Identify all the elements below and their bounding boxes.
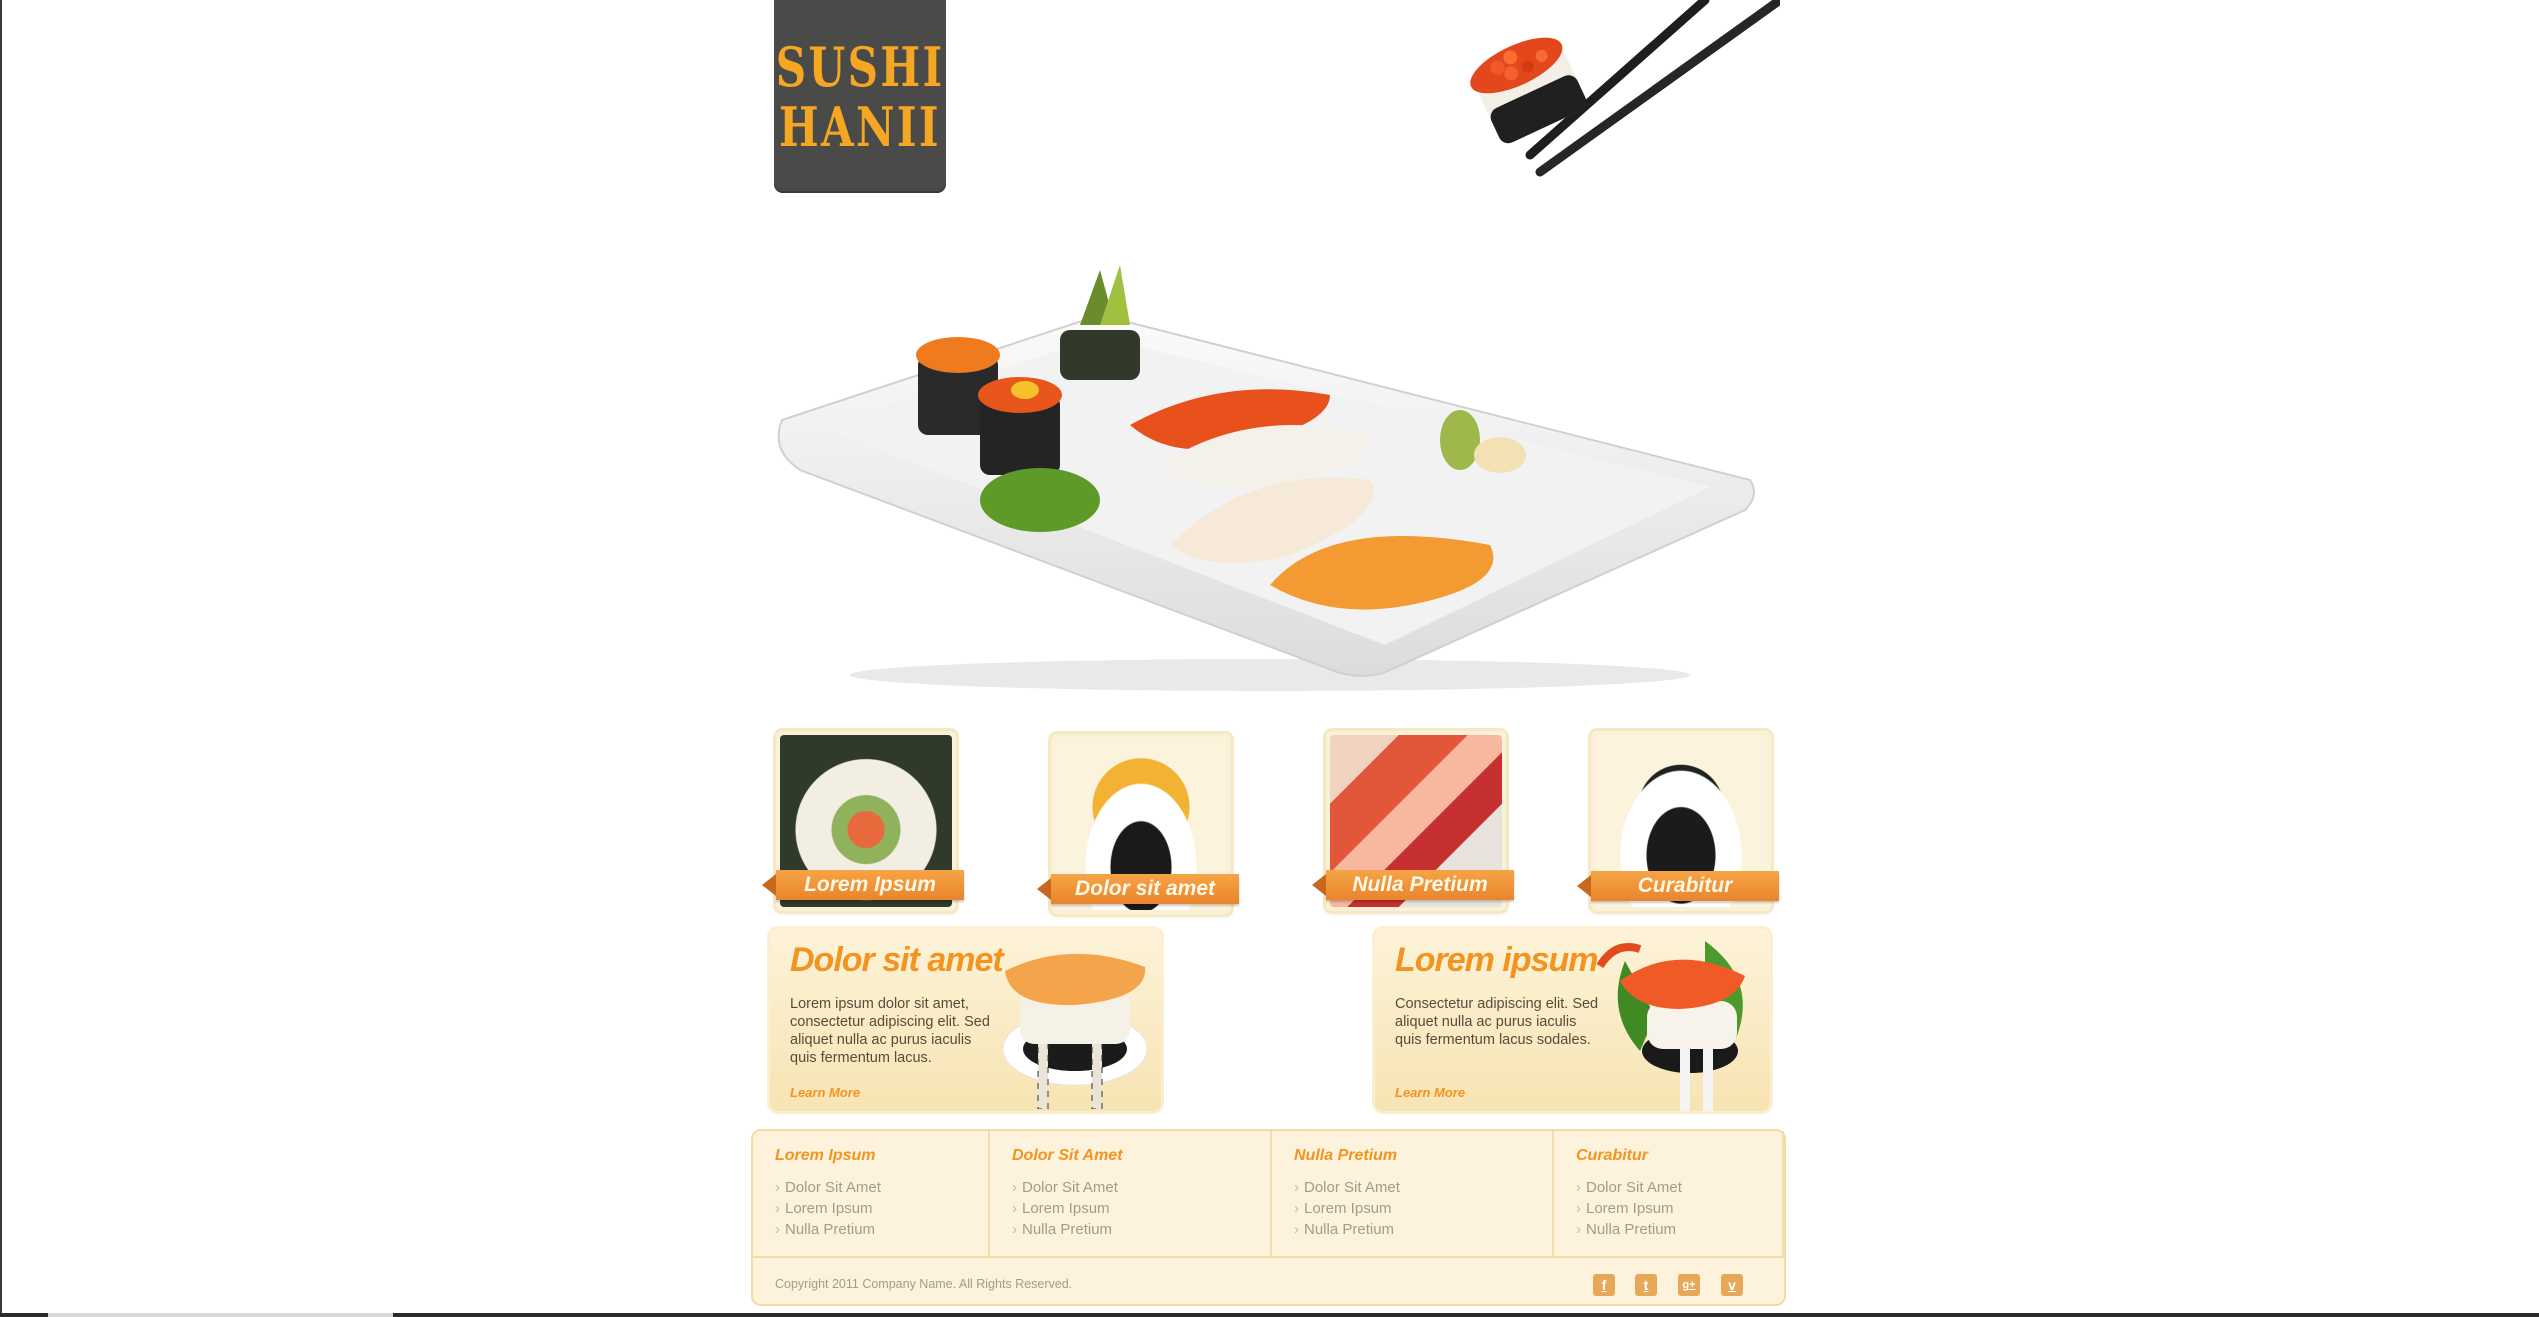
footer-column-title: Lorem Ipsum: [775, 1147, 876, 1164]
footer-link[interactable]: Nulla Pretium: [1012, 1219, 1118, 1240]
footer-column-4: Curabitur Dolor Sit Amet Lorem Ipsum Nul…: [1554, 1131, 1784, 1256]
learn-more-link-2[interactable]: Learn More: [1395, 1085, 1465, 1100]
thumbnail-label-3: Nulla Pretium: [1312, 870, 1514, 900]
facebook-icon[interactable]: f: [1593, 1274, 1615, 1296]
footer-link[interactable]: Nulla Pretium: [775, 1219, 881, 1240]
footer-link[interactable]: Nulla Pretium: [1576, 1219, 1682, 1240]
footer-column-3: Nulla Pretium Dolor Sit Amet Lorem Ipsum…: [1272, 1131, 1554, 1256]
logo-line-2: HANII: [778, 94, 942, 159]
footer-column-title: Curabitur: [1576, 1147, 1648, 1164]
footer-link[interactable]: Dolor Sit Amet: [1576, 1177, 1682, 1198]
thumbnail-card-2[interactable]: Dolor sit amet: [1037, 734, 1239, 914]
promo-title-1: Dolor sit amet: [790, 941, 1004, 979]
footer-link[interactable]: Dolor Sit Amet: [1294, 1177, 1400, 1198]
footer-divider: [753, 1256, 1784, 1258]
chopsticks-sushi-image: [1470, 0, 1780, 177]
footer-link[interactable]: Nulla Pretium: [1294, 1219, 1400, 1240]
salmon-nigiri-image: [1002, 953, 1148, 1109]
promo-text-1: Lorem ipsum dolor sit amet, consectetur …: [790, 996, 990, 1066]
thumbnail-label-2: Dolor sit amet: [1037, 874, 1239, 904]
google-plus-icon[interactable]: g+: [1678, 1274, 1700, 1296]
vimeo-icon[interactable]: v: [1721, 1274, 1743, 1296]
copyright-text: Copyright 2011 Company Name. All Rights …: [775, 1277, 1073, 1291]
sushi-plate-hero-image: [777, 265, 1755, 691]
thumbnail-card-3[interactable]: Nulla Pretium: [1312, 731, 1514, 911]
promo-text-2: Consectetur adipiscing elit. Sed aliquet…: [1395, 996, 1599, 1048]
footer-link[interactable]: Lorem Ipsum: [1012, 1198, 1118, 1219]
promo-box-2: Lorem ipsum Consectetur adipiscing elit.…: [1375, 929, 1770, 1111]
scrollbar-thumb[interactable]: [48, 1313, 393, 1317]
footer-link[interactable]: Dolor Sit Amet: [1012, 1177, 1118, 1198]
thumbnail-card-1[interactable]: Lorem Ipsum: [762, 731, 964, 911]
footer-link[interactable]: Lorem Ipsum: [1576, 1198, 1682, 1219]
footer-link[interactable]: Dolor Sit Amet: [775, 1177, 881, 1198]
thumbnail-label-4: Curabitur: [1577, 871, 1779, 901]
footer-column-title: Nulla Pretium: [1294, 1147, 1398, 1164]
site-logo[interactable]: SUSHI HANII: [774, 0, 946, 193]
footer-link[interactable]: Lorem Ipsum: [1294, 1198, 1400, 1219]
footer-column-1: Lorem Ipsum Dolor Sit Amet Lorem Ipsum N…: [753, 1131, 990, 1256]
thumbnail-card-4[interactable]: Curabitur: [1577, 731, 1779, 911]
footer-column-title: Dolor Sit Amet: [1012, 1147, 1123, 1164]
logo-line-1: SUSHI: [775, 34, 945, 99]
shrimp-nigiri-image: [1596, 941, 1745, 1111]
learn-more-link-1[interactable]: Learn More: [790, 1085, 860, 1100]
twitter-icon[interactable]: t: [1635, 1274, 1657, 1296]
footer-column-2: Dolor Sit Amet Dolor Sit Amet Lorem Ipsu…: [990, 1131, 1272, 1256]
window-left-border: [0, 0, 2, 1317]
promo-title-2: Lorem ipsum: [1395, 941, 1598, 979]
promo-box-1: Dolor sit amet Lorem ipsum dolor sit ame…: [770, 929, 1161, 1111]
site-footer: Lorem Ipsum Dolor Sit Amet Lorem Ipsum N…: [751, 1129, 1786, 1306]
thumbnail-label-1: Lorem Ipsum: [762, 870, 964, 900]
footer-link[interactable]: Lorem Ipsum: [775, 1198, 881, 1219]
